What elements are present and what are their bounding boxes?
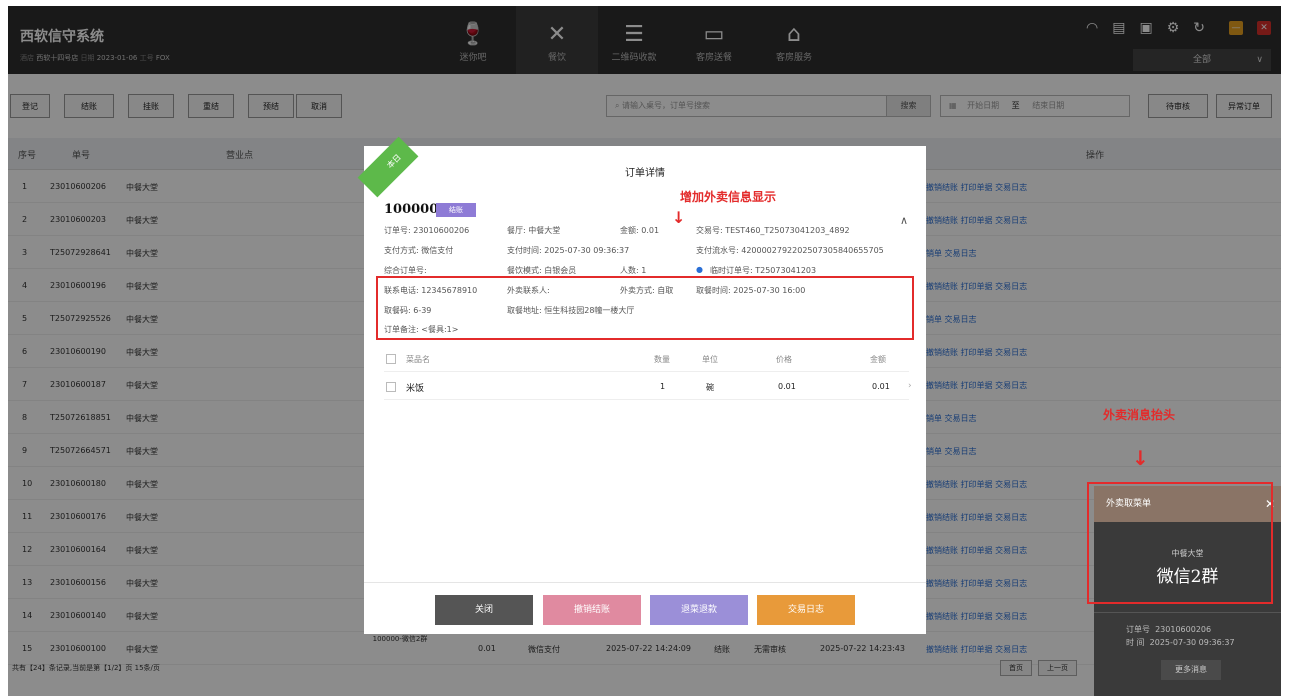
status-badge: 结账 <box>436 203 476 217</box>
cancel-checkout-button[interactable]: 撤销结账 <box>543 595 641 625</box>
item-checkbox[interactable] <box>386 382 396 392</box>
info-icon: ● <box>696 265 703 274</box>
select-all-checkbox[interactable] <box>386 354 396 364</box>
modal-title: 订单详情 <box>625 168 665 179</box>
modal-footer: 关闭 撤销结账 退菜退款 交易日志 <box>364 582 926 634</box>
arrow-down-icon: ↓ <box>672 208 686 227</box>
item-row[interactable]: 米饭 1 碗 0.01 0.01 › <box>384 374 912 400</box>
annotation-popup: 外卖消息抬头 <box>1103 408 1176 422</box>
popup-highlight <box>1087 482 1273 604</box>
more-messages-button[interactable]: 更多消息 <box>1161 660 1221 680</box>
refund-button[interactable]: 退菜退款 <box>650 595 748 625</box>
annotation-delivery: 增加外卖信息显示 <box>680 190 777 204</box>
chevron-up-icon[interactable]: ∧ <box>900 214 908 227</box>
order-number: 100000 <box>384 202 439 217</box>
transaction-log-button[interactable]: 交易日志 <box>757 595 855 625</box>
items-header: 菜品名 数量 单位 价格 金额 <box>384 350 909 372</box>
close-button[interactable]: 关闭 <box>435 595 533 625</box>
order-detail-modal: 本日 订单详情 100000 结账 ∧ 订单号: 23010600206 餐厅:… <box>357 136 926 634</box>
arrow-down-icon: ↓ <box>1132 446 1149 470</box>
chevron-right-icon[interactable]: › <box>908 381 912 391</box>
